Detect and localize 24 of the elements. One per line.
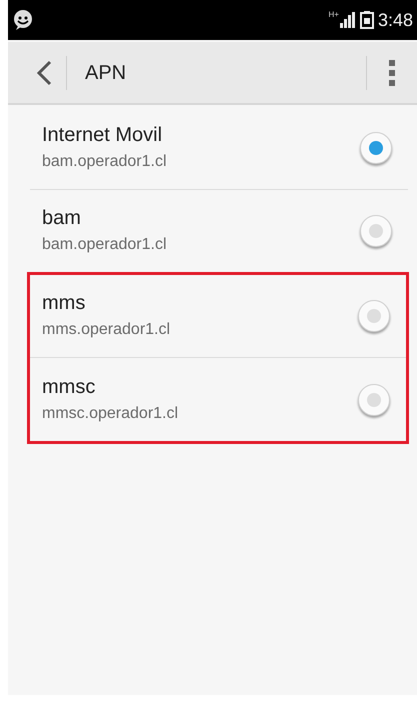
radio-button[interactable]	[358, 300, 390, 332]
apn-address: mmsc.operador1.cl	[42, 404, 180, 424]
toolbar-title: APN	[85, 60, 128, 86]
radio-button[interactable]	[360, 215, 392, 247]
apn-name: mmsc	[42, 374, 96, 400]
apn-item[interactable]: Internet Movil bam.operador1.cl	[30, 107, 408, 190]
apn-address: bam.operador1.cl	[42, 235, 168, 255]
apn-name: bam	[42, 206, 82, 231]
network-type: H+	[328, 9, 339, 21]
apn-name: mms	[42, 291, 86, 316]
more-icon	[389, 60, 395, 86]
radio-button[interactable]	[358, 384, 390, 416]
signal-icon	[338, 12, 355, 28]
apn-item[interactable]: bam bam.operador1.cl	[30, 190, 408, 273]
radio-button[interactable]	[360, 132, 392, 164]
smiley-icon	[12, 9, 34, 31]
clock: 3:48	[378, 8, 413, 32]
back-icon	[36, 60, 52, 86]
apn-item[interactable]: mms mms.operador1.cl	[30, 275, 406, 358]
battery-icon	[360, 11, 374, 29]
apn-item[interactable]: mmsc mmsc.operador1.cl	[30, 358, 406, 441]
apn-address: bam.operador1.cl	[42, 152, 168, 172]
apn-name: Internet Movil	[42, 123, 164, 148]
apn-address: mms.operador1.cl	[42, 320, 172, 340]
